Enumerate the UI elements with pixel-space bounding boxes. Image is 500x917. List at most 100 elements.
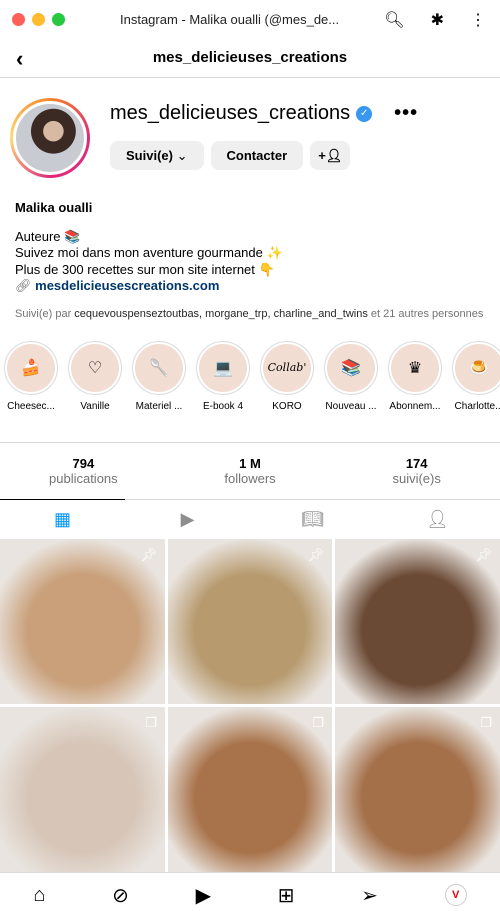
close-window-button[interactable] <box>12 12 25 26</box>
window-title: Instagram - Malika oualli (@mes_de... <box>120 11 340 27</box>
bio-line: Suivez moi dans mon aventure gourmande ✨ <box>15 245 283 260</box>
add-user-icon: +👤︎ <box>318 147 343 163</box>
top-nav: ‹ mes_delicieuses_creations <box>0 38 500 78</box>
back-icon[interactable]: ‹ <box>16 46 23 72</box>
highlight-label: Charlotte... <box>454 400 500 412</box>
followed-by-suffix: et 21 autres personnes <box>367 307 484 320</box>
suggest-users-button[interactable]: +👤︎ <box>310 141 351 170</box>
more-options-icon[interactable]: ••• <box>394 102 418 125</box>
carousel-icon: ❐ <box>480 714 492 730</box>
bio-line: Plus de 300 recettes sur mon site intern… <box>15 261 275 277</box>
pinned-icon: 📌︎ <box>475 546 492 562</box>
maximize-window-button[interactable] <box>52 12 65 26</box>
highlight-icon: 💻 <box>199 343 247 392</box>
stats: 794 publications 1 Mfollowers 174 suivi(e)… <box>0 441 500 499</box>
highlight-icon: 🍰 <box>7 343 55 392</box>
highlight-cover: 🍰 <box>4 340 58 395</box>
grid-icon: ▦ <box>53 508 71 529</box>
pinned-icon: 📌︎ <box>307 546 324 562</box>
stat-publications[interactable]: 794 publications <box>0 456 167 486</box>
post-thumbnail[interactable]: ❐ <box>335 706 500 872</box>
tab-guides[interactable]: 📖︎ <box>250 500 375 539</box>
highlight-item[interactable]: ♛ Abonnem... <box>388 340 442 412</box>
post-thumbnail[interactable]: 📌︎ <box>168 538 332 704</box>
posts-grid: 📌︎ 📌︎ 📌︎ ❐ ❐ ❐ <box>0 538 500 872</box>
stat-label: followers <box>224 470 276 486</box>
extensions-icon[interactable]: ✱ <box>431 10 444 30</box>
reels-nav-icon[interactable]: ▶︎ <box>196 883 211 908</box>
profile-avatar-icon[interactable]: V <box>444 884 467 906</box>
bio: Malika oualli Auteure 📚 Suivez moi dans … <box>0 178 500 295</box>
highlight-cover: ♡ <box>68 340 122 395</box>
verified-badge-icon: ✓ <box>356 105 373 122</box>
highlight-label: KORO <box>272 400 302 412</box>
profile-header: mes_delicieuses_creations ✓ ••• Suivi(e) ⌄… <box>0 78 500 178</box>
bio-line: Auteure 📚 <box>15 228 81 244</box>
highlight-item[interactable]: 🍰 Cheesec... <box>4 340 58 412</box>
username: mes_delicieuses_creations <box>110 102 351 124</box>
stat-following[interactable]: 174 suivi(e)s <box>333 456 500 486</box>
website-link[interactable]: mesdelicieusescreations.com <box>35 278 219 293</box>
stat-value: 794 <box>72 455 95 471</box>
post-thumbnail[interactable]: 📌︎ <box>335 538 500 704</box>
stat-followers[interactable]: 1 Mfollowers <box>167 456 334 486</box>
highlight-cover: 📚 <box>324 340 378 395</box>
post-thumbnail[interactable]: ❐ <box>0 706 165 872</box>
following-label: Suivi(e) <box>126 148 173 163</box>
highlight-label: Vanille <box>80 400 110 412</box>
zoom-icon[interactable]: 🔍︎ <box>384 10 404 30</box>
chevron-down-icon: ⌄ <box>176 147 188 163</box>
tab-reels[interactable]: ▶︎ <box>125 500 250 539</box>
direct-message-icon[interactable]: ➢ <box>361 883 378 908</box>
carousel-icon: ❐ <box>145 714 157 730</box>
guide-icon: 📖︎ <box>301 508 324 529</box>
highlight-icon: 🥄 <box>135 343 183 392</box>
menu-icon[interactable]: ⋮ <box>470 10 486 30</box>
followed-by-prefix: Suivi(e) par <box>15 307 75 320</box>
following-button[interactable]: Suivi(e) ⌄ <box>110 141 204 170</box>
highlight-item[interactable]: 🥄 Materiel ... <box>132 340 186 412</box>
highlight-icon: 🍮 <box>455 343 500 392</box>
nav-title: mes_delicieuses_creations <box>152 49 348 66</box>
highlight-cover: Collab' <box>260 340 314 395</box>
stat-value: 174 <box>405 455 428 471</box>
followed-by[interactable]: Suivi(e) par cequevouspenseztoutbas, mor… <box>0 295 500 321</box>
highlight-item[interactable]: 🍮 Charlotte... <box>452 340 500 412</box>
stat-label: suivi(e)s <box>392 470 441 486</box>
post-thumbnail[interactable]: ❐ <box>168 706 332 872</box>
contact-button[interactable]: Contacter <box>210 141 304 170</box>
post-thumbnail[interactable]: 📌︎ <box>0 538 165 704</box>
highlights: 🍰 Cheesec... ♡ Vanille 🥄 Materiel ... 💻 E-book … <box>0 321 500 412</box>
stat-label: publications <box>49 470 118 486</box>
highlight-icon: Collab' <box>263 343 311 392</box>
highlight-item[interactable]: 💻 E-book 4 <box>196 340 250 412</box>
tab-posts[interactable]: ▦ <box>0 498 125 539</box>
highlight-cover: 💻 <box>196 340 250 395</box>
explore-icon[interactable]: ⊘ <box>112 883 129 908</box>
link-icon: 🔗︎ <box>15 278 32 293</box>
tab-tagged[interactable]: 👤︎ <box>375 500 500 539</box>
highlight-item[interactable]: ♡ Vanille <box>68 340 122 412</box>
stat-value: 1 M <box>239 455 261 471</box>
bottom-nav: ⌂ ⊘ ▶︎ ⊞ ➢ V <box>0 872 500 917</box>
home-icon[interactable]: ⌂ <box>33 884 45 907</box>
create-icon[interactable]: ⊞ <box>278 883 295 908</box>
window-titlebar: Instagram - Malika oualli (@mes_de... 🔍︎… <box>0 0 500 38</box>
highlight-item[interactable]: Collab' KORO <box>260 340 314 412</box>
pinned-icon: 📌︎ <box>140 546 157 562</box>
reels-icon: ▶︎ <box>180 508 195 529</box>
highlight-item[interactable]: 📚 Nouveau ... <box>324 340 378 412</box>
content-tabs: ▦ ▶︎ 📖︎ 👤︎ <box>0 498 500 539</box>
highlight-label: Abonnem... <box>389 400 441 412</box>
highlight-label: Cheesec... <box>7 400 55 412</box>
highlight-cover: 🍮 <box>452 340 500 395</box>
highlight-icon: ♡ <box>71 343 119 392</box>
highlight-label: Materiel ... <box>135 400 183 412</box>
highlight-cover: ♛ <box>388 340 442 395</box>
minimize-window-button[interactable] <box>32 12 45 26</box>
avatar[interactable] <box>10 98 90 178</box>
highlight-label: Nouveau ... <box>325 400 377 412</box>
followed-by-users: cequevouspenseztoutbas, morgane_trp, cha… <box>74 307 368 320</box>
highlight-cover: 🥄 <box>132 340 186 395</box>
carousel-icon: ❐ <box>312 714 324 730</box>
